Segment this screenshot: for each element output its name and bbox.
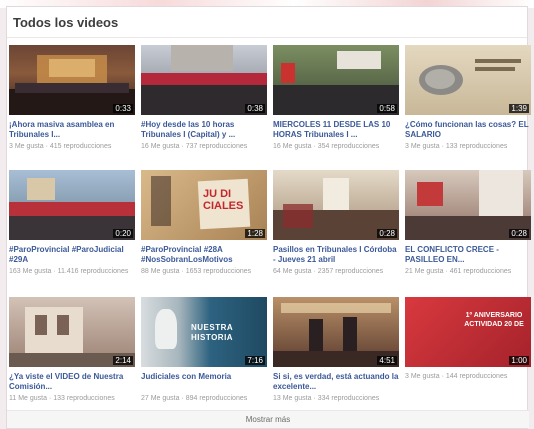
- video-card[interactable]: 2:14 ¿Ya viste el VIDEO de Nuestra Comis…: [9, 297, 135, 412]
- show-more-link[interactable]: Mostrar más: [246, 415, 290, 424]
- video-title[interactable]: ¡Ahora masiva asamblea en Tribunales I..…: [9, 120, 135, 140]
- video-title[interactable]: #ParoProvincial #ParoJudicial #29A: [9, 245, 135, 265]
- video-duration: 0:20: [113, 229, 133, 238]
- video-thumbnail[interactable]: 2:14: [9, 297, 135, 367]
- video-duration: 7:16: [245, 356, 265, 365]
- video-title[interactable]: Si si, es verdad, está actuando la excel…: [273, 372, 399, 392]
- videos-panel: Todos los videos 0:33 ¡Ahora masiva asam…: [6, 6, 531, 429]
- video-thumbnail[interactable]: 0:28: [405, 170, 531, 240]
- video-card[interactable]: 0:38 #Hoy desde las 10 horas Tribunales …: [141, 45, 267, 160]
- video-title[interactable]: Pasillos en Tribunales I Córdoba - Jueve…: [273, 245, 399, 265]
- video-duration: 1:39: [509, 104, 529, 113]
- video-thumbnail[interactable]: 1:39: [405, 45, 531, 115]
- video-duration: 0:28: [377, 229, 397, 238]
- video-title[interactable]: #Hoy desde las 10 horas Tribunales I (Ca…: [141, 120, 267, 140]
- video-card[interactable]: NUESTRA HISTORIA 7:16 Judiciales con Mem…: [141, 297, 267, 412]
- video-card[interactable]: 0:20 #ParoProvincial #ParoJudicial #29A …: [9, 170, 135, 285]
- video-card[interactable]: 0:58 MIERCOLES 11 DESDE LAS 10 HORAS Tri…: [273, 45, 399, 160]
- video-card[interactable]: 0:33 ¡Ahora masiva asamblea en Tribunale…: [9, 45, 135, 160]
- video-duration: 2:14: [113, 356, 133, 365]
- video-meta: 3 Me gusta · 144 reproducciones: [405, 373, 508, 380]
- video-card[interactable]: 1º ANIVERSARIO ACTIVIDAD 20 DE 1:00 3 Me…: [405, 297, 531, 390]
- video-meta: 163 Me gusta · 11.416 reproducciones: [9, 268, 129, 275]
- video-card[interactable]: 0:28 Pasillos en Tribunales I Córdoba - …: [273, 170, 399, 285]
- video-thumbnail[interactable]: JU DI CIALES 1:28: [141, 170, 267, 240]
- video-meta: 64 Me gusta · 2357 reproducciones: [273, 268, 384, 275]
- video-meta: 3 Me gusta · 133 reproducciones: [405, 143, 508, 150]
- history-text: NUESTRA HISTORIA: [191, 323, 234, 342]
- video-meta: 16 Me gusta · 737 reproducciones: [141, 143, 248, 150]
- video-duration: 0:38: [245, 104, 265, 113]
- video-duration: 0:58: [377, 104, 397, 113]
- panel-footer: Mostrar más: [7, 410, 529, 428]
- video-title[interactable]: EL CONFLICTO CRECE - PASILLEO EN...: [405, 245, 531, 265]
- video-meta: 88 Me gusta · 1653 reproducciones: [141, 268, 252, 275]
- video-title[interactable]: #ParoProvincial #28A #NosSobranLosMotivo…: [141, 245, 267, 265]
- video-title[interactable]: ¿Cómo funcionan las cosas? EL SALARIO: [405, 120, 531, 140]
- video-thumbnail[interactable]: NUESTRA HISTORIA 7:16: [141, 297, 267, 367]
- video-thumbnail[interactable]: 0:20: [9, 170, 135, 240]
- video-card[interactable]: JU DI CIALES 1:28 #ParoProvincial #28A #…: [141, 170, 267, 285]
- video-card[interactable]: 1:39 ¿Cómo funcionan las cosas? EL SALAR…: [405, 45, 531, 160]
- video-card[interactable]: 0:28 EL CONFLICTO CRECE - PASILLEO EN...…: [405, 170, 531, 285]
- video-thumbnail[interactable]: 0:38: [141, 45, 267, 115]
- video-duration: 0:33: [113, 104, 133, 113]
- video-meta: 16 Me gusta · 354 reproducciones: [273, 143, 380, 150]
- video-thumbnail[interactable]: 0:33: [9, 45, 135, 115]
- panel-header: Todos los videos: [7, 7, 527, 38]
- video-duration: 0:28: [509, 229, 529, 238]
- video-duration: 4:51: [377, 356, 397, 365]
- video-meta: 21 Me gusta · 461 reproducciones: [405, 268, 512, 275]
- video-duration: 1:00: [509, 356, 529, 365]
- video-thumbnail[interactable]: 1º ANIVERSARIO ACTIVIDAD 20 DE 1:00: [405, 297, 531, 367]
- video-thumbnail[interactable]: 0:28: [273, 170, 399, 240]
- video-thumbnail[interactable]: 4:51: [273, 297, 399, 367]
- sign-text: JU DI CIALES: [203, 188, 244, 212]
- video-title[interactable]: MIERCOLES 11 DESDE LAS 10 HORAS Tribunal…: [273, 120, 399, 140]
- video-card[interactable]: 4:51 Si si, es verdad, está actuando la …: [273, 297, 399, 412]
- video-thumbnail[interactable]: 0:58: [273, 45, 399, 115]
- panel-title: Todos los videos: [13, 14, 119, 30]
- video-duration: 1:28: [245, 229, 265, 238]
- video-meta: 3 Me gusta · 415 reproducciones: [9, 143, 112, 150]
- anniversary-text: 1º ANIVERSARIO ACTIVIDAD 20 DE: [464, 312, 524, 328]
- video-title[interactable]: ¿Ya viste el VIDEO de Nuestra Comisión..…: [9, 372, 135, 392]
- video-title[interactable]: Judiciales con Memoria: [141, 372, 267, 392]
